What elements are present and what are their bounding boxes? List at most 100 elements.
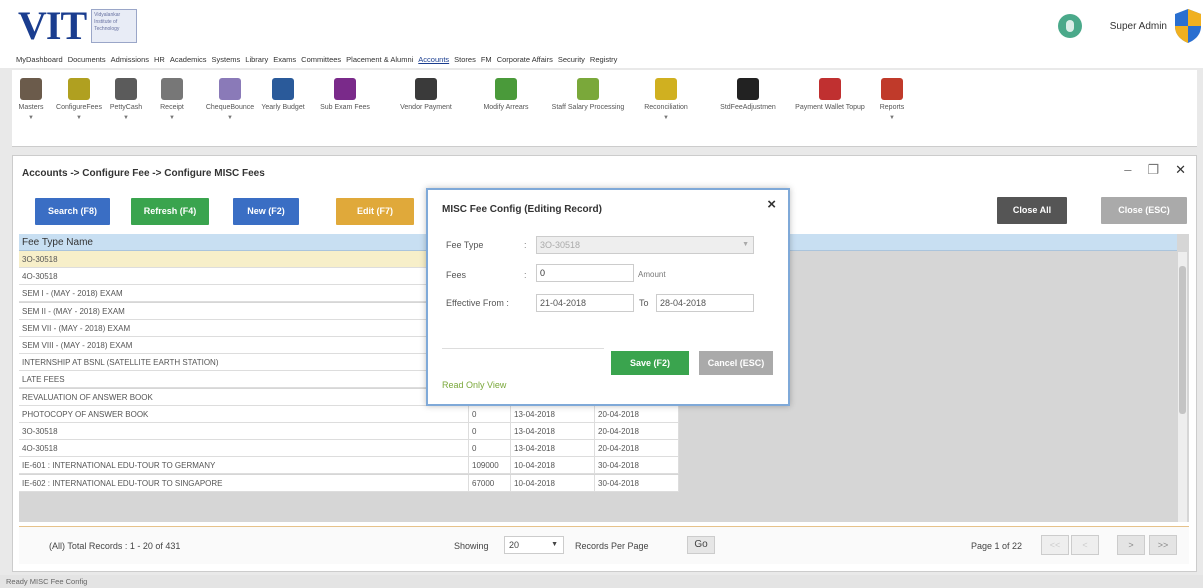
- toolbar-yearly-budget[interactable]: Yearly Budget: [260, 72, 306, 142]
- toolbar-stdfeeadjustmen[interactable]: StdFeeAdjustmen: [710, 72, 786, 142]
- cell-name: SEM VIII - (MAY - 2018) EXAM: [19, 337, 469, 354]
- vendor-payment-icon: [415, 78, 437, 100]
- toolbar-vendor-payment[interactable]: Vendor Payment: [390, 72, 462, 142]
- menu-item-hr[interactable]: HR: [154, 52, 165, 68]
- toolbar-masters[interactable]: Masters ▼: [14, 72, 48, 142]
- toolbar-sub-exam-fees[interactable]: Sub Exam Fees: [312, 72, 378, 142]
- menu-item-committees[interactable]: Committees: [301, 52, 341, 68]
- receipt-icon: [161, 78, 183, 100]
- cell-from: 13-04-2018: [511, 440, 595, 458]
- toolbar-chequebounce[interactable]: ChequeBounce ▼: [202, 72, 258, 142]
- close-button[interactable]: Close (ESC): [1101, 197, 1187, 224]
- chevron-down-icon: ▼: [227, 115, 233, 121]
- refresh-button[interactable]: Refresh (F4): [131, 198, 209, 225]
- next-page-button[interactable]: >: [1117, 535, 1145, 555]
- fee-adjustment-icon: [737, 78, 759, 100]
- staff-salary-icon: [577, 78, 599, 100]
- menu-item-academics[interactable]: Academics: [170, 52, 207, 68]
- menu-item-corporate-affairs[interactable]: Corporate Affairs: [497, 52, 553, 68]
- cell-from: 13-04-2018: [511, 405, 595, 423]
- cell-name: IE-601 : INTERNATIONAL EDU-TOUR TO GERMA…: [19, 457, 469, 475]
- read-only-view-link[interactable]: Read Only View: [442, 380, 506, 390]
- cell-name: SEM II - (MAY - 2018) EXAM: [19, 302, 469, 320]
- dialog-cancel-button[interactable]: Cancel (ESC): [699, 351, 773, 375]
- toolbar-label: Sub Exam Fees: [320, 104, 370, 111]
- toolbar-configurefees[interactable]: ConfigureFees ▼: [56, 72, 102, 142]
- cell-name: LATE FEES: [19, 371, 469, 389]
- user-name[interactable]: Super Admin: [1110, 21, 1167, 32]
- menu-item-stores[interactable]: Stores: [454, 52, 476, 68]
- fees-label: Fees: [446, 270, 467, 280]
- menu-item-documents[interactable]: Documents: [68, 52, 106, 68]
- toolbar-label: Masters: [18, 104, 44, 111]
- toolbar-payment-wallet-topup[interactable]: Payment Wallet Topup: [792, 72, 868, 142]
- menu-item-security[interactable]: Security: [558, 52, 585, 68]
- edit-button[interactable]: Edit (F7): [336, 198, 414, 225]
- cell-fees: 67000: [469, 474, 511, 492]
- menu-item-registry[interactable]: Registry: [590, 52, 618, 68]
- toolbar-receipt[interactable]: Receipt ▼: [152, 72, 192, 142]
- search-button[interactable]: Search (F8): [35, 198, 110, 225]
- sub-exam-fees-icon: [334, 78, 356, 100]
- misc-fee-config-dialog: MISC Fee Config (Editing Record) × Fee T…: [426, 188, 790, 406]
- masters-icon: [20, 78, 42, 100]
- reconciliation-icon: [655, 78, 677, 100]
- menu-item-library[interactable]: Library: [245, 52, 268, 68]
- toolbar-label: Receipt: [160, 104, 184, 111]
- grid-scrollbar[interactable]: [1178, 252, 1187, 522]
- table-row[interactable]: 3O-30518 0 13-04-2018 20-04-2018: [19, 423, 679, 440]
- prev-page-button[interactable]: <: [1071, 535, 1099, 555]
- records-per-page-select[interactable]: 20 ▼: [504, 536, 564, 554]
- effective-to-input[interactable]: 28-04-2018: [656, 294, 754, 312]
- breadcrumb: Accounts -> Configure Fee -> Configure M…: [22, 168, 265, 179]
- user-status-icon[interactable]: [1057, 14, 1082, 38]
- chevron-down-icon: ▼: [28, 115, 34, 121]
- cell-name: 4O-30518: [19, 268, 469, 286]
- configure-fees-icon: [68, 78, 90, 100]
- fees-input[interactable]: 0: [536, 264, 634, 282]
- reports-icon: [881, 78, 903, 100]
- last-page-button[interactable]: >>: [1149, 535, 1177, 555]
- minimize-icon[interactable]: –: [1124, 162, 1131, 178]
- table-row[interactable]: IE-602 : INTERNATIONAL EDU-TOUR TO SINGA…: [19, 474, 679, 492]
- table-row[interactable]: IE-601 : INTERNATIONAL EDU-TOUR TO GERMA…: [19, 457, 679, 475]
- table-row[interactable]: PHOTOCOPY OF ANSWER BOOK 0 13-04-2018 20-04…: [19, 405, 679, 423]
- menu-item-admissions[interactable]: Admissions: [111, 52, 149, 68]
- showing-label: Showing: [454, 541, 489, 551]
- menu-item-accounts[interactable]: Accounts: [418, 52, 449, 68]
- vit-logo[interactable]: VIT Vidyalankar Institute of Technology: [18, 6, 138, 46]
- menu-item-mydashboard[interactable]: MyDashboard: [16, 52, 63, 68]
- toolbar-staff-salary-processing[interactable]: Staff Salary Processing: [550, 72, 626, 142]
- menu-item-exams[interactable]: Exams: [273, 52, 296, 68]
- petty-cash-icon: [115, 78, 137, 100]
- restore-icon[interactable]: ❐: [1147, 162, 1159, 178]
- effective-from-label: Effective From :: [446, 298, 509, 308]
- wallet-topup-icon: [819, 78, 841, 100]
- cell-name: IE-602 : INTERNATIONAL EDU-TOUR TO SINGA…: [19, 474, 469, 492]
- fee-type-select[interactable]: 3O-30518 ▼: [536, 236, 754, 254]
- records-per-page-label: Records Per Page: [575, 541, 649, 551]
- menu-item-fm[interactable]: FM: [481, 52, 492, 68]
- window-controls: – ❐ ✕: [1124, 162, 1186, 178]
- status-bar: Ready MISC Fee Config: [0, 575, 1203, 588]
- menu-item-placement-alumni[interactable]: Placement & Alumni: [346, 52, 413, 68]
- close-all-button[interactable]: Close All: [997, 197, 1067, 224]
- toolbar-modify-arrears[interactable]: Modify Arrears: [470, 72, 542, 142]
- new-button[interactable]: New (F2): [233, 198, 299, 225]
- total-records: (All) Total Records : 1 - 20 of 431: [49, 541, 181, 551]
- chevron-down-icon: ▼: [169, 115, 175, 121]
- menu-item-systems[interactable]: Systems: [212, 52, 241, 68]
- dialog-save-button[interactable]: Save (F2): [611, 351, 689, 375]
- toolbar-pettycash[interactable]: PettyCash ▼: [106, 72, 146, 142]
- effective-from-input[interactable]: 21-04-2018: [536, 294, 634, 312]
- scrollbar-thumb[interactable]: [1179, 266, 1186, 414]
- toolbar-reports[interactable]: Reports ▼: [872, 72, 912, 142]
- chevron-down-icon: ▼: [76, 115, 82, 121]
- table-row[interactable]: 4O-30518 0 13-04-2018 20-04-2018: [19, 440, 679, 458]
- close-icon[interactable]: ✕: [1175, 162, 1186, 178]
- dialog-close-icon[interactable]: ×: [767, 196, 776, 213]
- go-button[interactable]: Go: [687, 536, 715, 554]
- toolbar-reconciliation[interactable]: Reconciliation ▼: [630, 72, 702, 142]
- user-area[interactable]: Super Admin: [1057, 6, 1203, 46]
- first-page-button[interactable]: <<: [1041, 535, 1069, 555]
